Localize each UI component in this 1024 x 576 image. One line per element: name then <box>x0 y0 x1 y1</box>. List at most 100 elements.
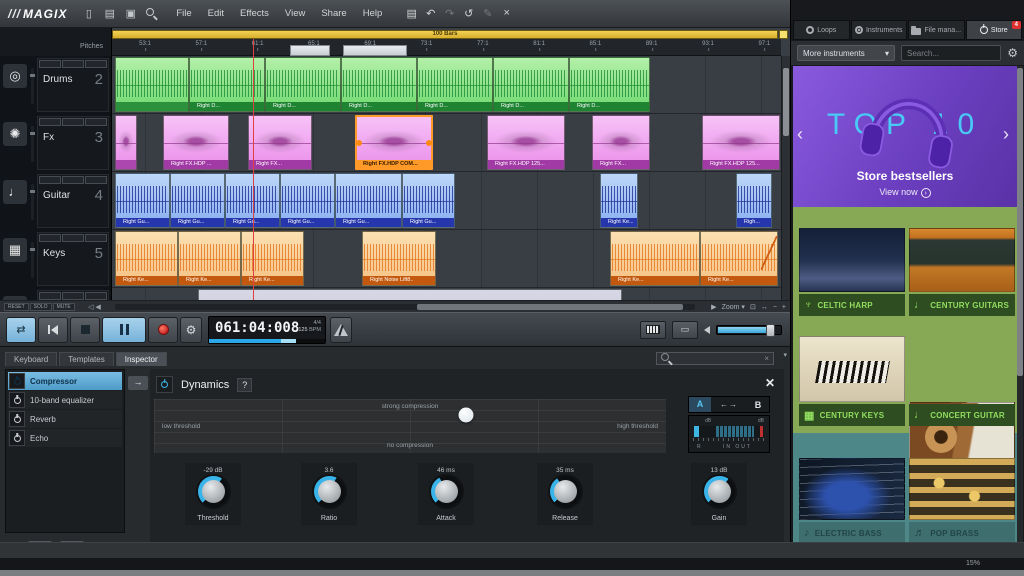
zoom-menu[interactable]: Zoom ▾ <box>722 303 745 311</box>
instrument-card-title[interactable]: ♩ CONCERT GUITAR <box>909 404 1015 426</box>
knob-dial[interactable] <box>198 476 229 507</box>
menu-item[interactable]: Share <box>313 8 354 19</box>
audio-clip[interactable]: Right Gu... <box>115 173 170 228</box>
track-lane[interactable] <box>112 288 772 300</box>
audio-clip[interactable]: Right D... <box>569 57 650 112</box>
manual-icon[interactable]: ▤ <box>403 7 420 20</box>
sidebar-tab[interactable]: Store 4 <box>966 20 1023 40</box>
menu-item[interactable]: File <box>168 8 199 19</box>
sidebar-tab[interactable]: File mana... <box>908 20 965 40</box>
song-progress-bar[interactable] <box>209 339 325 343</box>
monitor-icons[interactable]: ◁ ◀ <box>88 303 101 311</box>
panel-tab[interactable]: Inspector <box>116 352 167 366</box>
audio-clip[interactable]: Right D... <box>341 57 417 112</box>
audio-clip[interactable]: Right Gu... <box>280 173 335 228</box>
compression-handle[interactable] <box>459 408 474 423</box>
sidebar-tab[interactable]: Loops <box>793 20 850 40</box>
zoom-out-icon[interactable]: − <box>773 304 777 311</box>
instrument-card-image[interactable] <box>909 228 1015 292</box>
audio-clip[interactable]: Right FX.HDP ... <box>163 115 229 170</box>
audio-clip[interactable]: Right Ke... <box>241 231 304 286</box>
carousel-next-icon[interactable]: › <box>1003 124 1009 145</box>
restore-icon[interactable]: ↺ <box>460 7 477 20</box>
category-dropdown[interactable]: More instruments ▾ <box>797 45 895 61</box>
rec-button[interactable] <box>85 118 107 126</box>
track-fader[interactable] <box>31 242 34 278</box>
new-project-icon[interactable]: ▯ <box>79 7 98 20</box>
track-header[interactable]: ▦ Keys 5 <box>0 230 112 288</box>
effect-row[interactable]: 10-band equalizer <box>8 391 122 409</box>
knob-dial[interactable] <box>550 476 581 507</box>
banner-cta[interactable]: View now› <box>793 187 1017 198</box>
loop-button[interactable]: ⇄ <box>6 317 36 343</box>
effect-row[interactable]: Reverb <box>8 410 122 428</box>
panel-search-box[interactable]: × <box>656 352 774 365</box>
store-search-input[interactable]: Search... <box>901 45 1001 61</box>
vertical-scrollbar[interactable] <box>781 56 790 300</box>
solo-button[interactable] <box>39 176 61 184</box>
save-project-icon[interactable]: ▣ <box>121 7 140 20</box>
menu-item[interactable]: Help <box>355 8 391 19</box>
rec-button[interactable] <box>85 292 107 300</box>
menu-item[interactable]: Edit <box>200 8 232 19</box>
audio-clip[interactable]: Right Ke... <box>178 231 241 286</box>
track-instrument-icon[interactable]: ✺ <box>3 122 27 146</box>
audio-clip[interactable]: Right FX.HDP 125... <box>487 115 565 170</box>
audio-clip[interactable]: Right D... <box>493 57 569 112</box>
panel-tab[interactable]: Keyboard <box>5 352 57 366</box>
undo-icon[interactable]: ↶ <box>422 7 439 20</box>
help-button[interactable]: ? <box>237 378 252 392</box>
reset-button[interactable]: MUTE <box>53 303 75 311</box>
audio-clip[interactable]: Right Gu... <box>170 173 225 228</box>
track-header[interactable]: ◎ Drums 2 <box>0 56 112 114</box>
clear-search-icon[interactable]: × <box>764 354 769 363</box>
route-arrow-button[interactable]: → <box>128 376 148 390</box>
timeline-ruler[interactable]: 53:157:161:165:169:173:177:181:185:189:1… <box>112 39 781 56</box>
playhead[interactable] <box>253 39 254 300</box>
audio-clip[interactable]: Right FX... <box>592 115 650 170</box>
instrument-card-image[interactable] <box>909 458 1015 520</box>
sidebar-tab[interactable]: Instruments <box>851 20 908 40</box>
rec-button[interactable] <box>85 234 107 242</box>
sidebar-scrollbar-handle[interactable] <box>1017 68 1023 376</box>
solo-button[interactable] <box>39 118 61 126</box>
track-header[interactable]: ♩ Guitar 4 <box>0 172 112 230</box>
pad-panel-button[interactable]: ▭ <box>672 321 698 339</box>
track-instrument-icon[interactable]: ▦ <box>3 238 27 262</box>
redo-icon[interactable]: ↷ <box>441 7 458 20</box>
effect-power-button[interactable] <box>9 430 25 446</box>
track-fader[interactable] <box>31 126 34 162</box>
pitches-clip[interactable] <box>343 45 407 56</box>
track-instrument-icon[interactable]: ◎ <box>3 64 27 88</box>
reset-button[interactable]: RESET <box>4 303 29 311</box>
horizontal-scrollbar-handle[interactable] <box>417 304 684 310</box>
open-project-icon[interactable]: ▤ <box>100 7 119 20</box>
keyboard-panel-button[interactable] <box>640 321 666 339</box>
effect-row[interactable]: Echo <box>8 429 122 447</box>
audio-clip[interactable] <box>198 289 622 300</box>
audio-clip[interactable]: Right D... <box>417 57 493 112</box>
zoom-horizontal-icon[interactable]: ↔ <box>761 304 768 311</box>
ab-a-button[interactable]: A <box>689 397 711 412</box>
instrument-card-title[interactable]: ♩ CENTURY GUITARS <box>909 294 1015 316</box>
effect-power-button[interactable] <box>9 411 25 427</box>
track-instrument-icon[interactable]: ♩ <box>3 180 27 204</box>
effect-power-button[interactable] <box>9 373 25 389</box>
sidebar-scrollbar[interactable] <box>1017 66 1023 542</box>
store-banner[interactable]: TOP 10 Store bestsellers View now› ‹ › <box>793 66 1017 207</box>
track-lane[interactable]: Right Ke... Right Ke... Right Ke... Righ… <box>112 230 772 287</box>
mute-button[interactable] <box>62 118 84 126</box>
zoom-in-icon[interactable]: + <box>782 304 786 311</box>
audio-clip[interactable]: Right Gu... <box>402 173 455 228</box>
zoom-fit-icon[interactable]: ⊡ <box>750 303 756 311</box>
play-range-icon[interactable]: ▶ <box>711 303 716 311</box>
effect-power-button[interactable] <box>9 392 25 408</box>
instrument-card-image[interactable] <box>799 336 905 402</box>
audio-clip[interactable]: Righ... <box>736 173 772 228</box>
audio-clip[interactable]: Right FX.HDP 125... <box>702 115 780 170</box>
arrangement-range-bar[interactable]: 100 Bars <box>112 30 778 39</box>
knob-dial[interactable] <box>314 476 345 507</box>
menu-item[interactable]: View <box>277 8 313 19</box>
effect-row[interactable]: Compressor <box>8 372 122 390</box>
audio-clip[interactable]: Right Ke... <box>115 231 178 286</box>
